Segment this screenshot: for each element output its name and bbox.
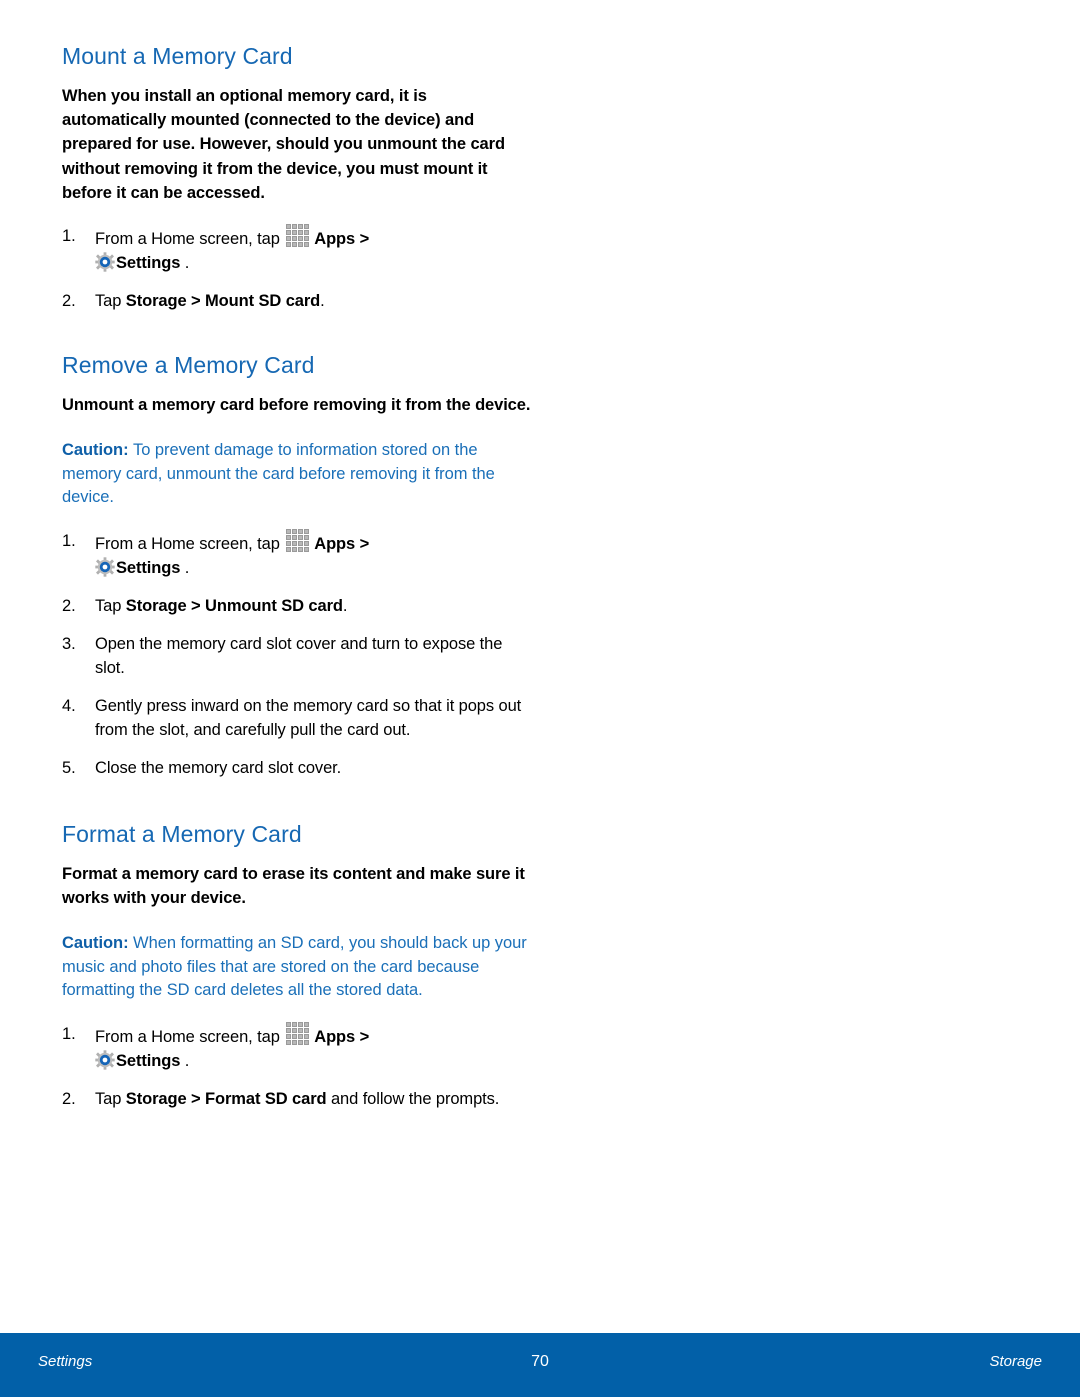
list-item: 5. Close the memory card slot cover. [62,756,532,780]
section-remove-a-memory-card: Remove a Memory Card Unmount a memory ca… [62,351,532,780]
step-number: 3. [62,634,76,653]
page-footer: Settings 70 Storage [0,1333,1080,1397]
step-lead-text: Tap [95,596,126,615]
step-number: 5. [62,758,76,777]
step-tail-text: and follow the prompts. [326,1089,500,1108]
step-number: 2. [62,1089,76,1108]
apps-label: Apps [314,230,356,249]
menu-path-bold: Storage > Unmount SD card [125,596,343,615]
settings-label: Settings [116,1051,181,1070]
chevron-right-separator: > [359,1027,370,1046]
footer-right-label: Storage [989,1353,1042,1370]
step-text-post: . [184,1051,190,1070]
page-content: Mount a Memory Card When you install an … [62,42,532,1111]
menu-path-bold: Storage > Format SD card [125,1089,327,1108]
apps-grid-icon [286,224,310,248]
gear-icon [95,557,115,577]
document-page: Mount a Memory Card When you install an … [0,0,1080,1397]
caution-label: Caution [62,934,124,953]
list-item: 3. Open the memory card slot cover and tu… [62,632,532,680]
step-text: Gently press inward on the memory card s… [95,696,522,739]
chevron-right-separator: > [359,534,370,553]
step-text-pre: From a Home screen, tap [95,230,280,249]
list-item: 1. From a Home screen, tap Apps > Settin… [62,224,532,275]
apps-grid-icon [286,1021,310,1045]
section-mount-a-memory-card: Mount a Memory Card When you install an … [62,42,532,313]
list-item: 2. Tap Storage > Mount SD card. [62,289,532,313]
footer-page-number: 70 [531,1353,549,1370]
step-number: 1. [62,227,76,246]
list-item: 2. Tap Storage > Unmount SD card. [62,594,532,618]
step-text: Open the memory card slot cover and turn… [95,634,503,677]
step-number: 4. [62,696,76,715]
step-lead-text: Tap [95,292,126,311]
settings-label: Settings [116,254,181,273]
step-number: 1. [62,531,76,550]
section-heading-format: Format a Memory Card [62,820,302,847]
caution-label: Caution [62,441,124,460]
caution-note: Caution: To prevent damage to informatio… [62,439,532,510]
step-text: Close the memory card slot cover. [95,758,342,777]
caution-note: Caution: When formatting an SD card, you… [62,932,532,1003]
section-intro-paragraph: When you install an optional memory card… [62,87,505,202]
settings-label: Settings [116,558,181,577]
step-list-remove: 1. From a Home screen, tap Apps > Settin… [62,528,532,780]
chevron-right-separator: > [359,230,370,249]
step-list-format: 1. From a Home screen, tap Apps > Settin… [62,1021,532,1111]
step-number: 1. [62,1024,76,1043]
step-tail-text: . [320,292,325,311]
step-text-post: . [184,254,190,273]
step-number: 2. [62,292,76,311]
gear-icon [95,252,115,272]
list-item: 1. From a Home screen, tap Apps > Settin… [62,528,532,580]
section-heading-remove: Remove a Memory Card [62,352,315,379]
step-text-pre: From a Home screen, tap [95,1027,280,1046]
apps-label: Apps [314,534,356,553]
step-tail-text: . [342,596,348,615]
gear-icon [95,1049,115,1070]
step-list-mount: 1. From a Home screen, tap Apps > Settin… [62,224,532,313]
menu-path-bold: Storage > Mount SD card [125,292,321,311]
list-item: 4. Gently press inward on the memory card… [62,694,532,742]
apps-label: Apps [314,1027,356,1046]
apps-grid-icon [286,528,310,552]
section-intro-paragraph: Format a memory card to erase its conten… [62,864,525,907]
caution-separator: : [123,441,134,460]
list-item: 1. From a Home screen, tap Apps > Settin… [62,1021,532,1073]
step-text-post: . [184,558,190,577]
page-title: Mount a Memory Card [62,43,293,69]
step-text-pre: From a Home screen, tap [95,534,280,553]
step-lead-text: Tap [95,1089,126,1108]
step-number: 2. [62,596,76,615]
caution-separator: : [123,934,134,953]
section-format-a-memory-card: Format a Memory Card Format a memory car… [62,820,532,1111]
section-intro-paragraph: Unmount a memory card before removing it… [62,396,531,415]
list-item: 2. Tap Storage > Format SD card and follo… [62,1087,532,1111]
